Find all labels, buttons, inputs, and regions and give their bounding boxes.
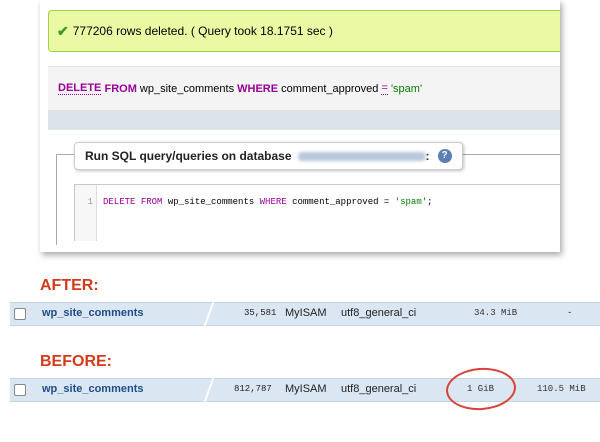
editor-semicolon: ; — [427, 197, 433, 207]
query-legend: Run SQL query/queries on database : ? — [74, 142, 463, 170]
after-table-row: wp_site_comments 35,581 MyISAM utf8_gene… — [10, 302, 600, 326]
sql-keyword-delete[interactable]: DELETE — [58, 82, 102, 95]
table-name-link[interactable]: wp_site_comments — [42, 307, 143, 319]
line-number-gutter: 1 — [75, 185, 97, 241]
success-text: 777206 rows deleted. ( Query took 18.175… — [72, 24, 333, 38]
row-count: 812,787 — [234, 384, 272, 394]
before-label: BEFORE: — [40, 353, 112, 370]
sql-operator[interactable]: = — [381, 82, 388, 95]
row-divider — [203, 302, 215, 326]
sql-editor[interactable]: 1 DELETE FROM wp_site_comments WHERE com… — [74, 184, 560, 241]
legend-colon: : — [425, 149, 430, 163]
editor-keyword-from: FROM — [140, 197, 163, 207]
highlight-circle — [444, 365, 518, 413]
row-checkbox[interactable] — [14, 308, 26, 320]
table-overhead: 110.5 MiB — [537, 384, 586, 394]
after-label: AFTER: — [40, 277, 99, 294]
table-overhead: - — [567, 308, 573, 318]
phpmyadmin-panel: ✔ 777206 rows deleted. ( Query took 18.1… — [40, 0, 560, 252]
sql-value: 'spam' — [390, 82, 423, 95]
sql-keyword-from: FROM — [104, 82, 137, 95]
editor-code-line[interactable]: DELETE FROM wp_site_comments WHERE comme… — [103, 197, 433, 207]
success-message: ✔ 777206 rows deleted. ( Query took 18.1… — [48, 10, 560, 52]
editor-operator: = — [383, 197, 390, 207]
row-divider — [203, 378, 215, 402]
line-number: 1 — [87, 197, 93, 207]
sql-table: wp_site_comments — [139, 82, 235, 95]
editor-table: wp_site_comments — [167, 197, 255, 207]
sql-footer-bar — [48, 110, 560, 130]
collation: utf8_general_ci — [341, 307, 417, 319]
row-checkbox[interactable] — [14, 384, 26, 396]
storage-engine: MyISAM — [285, 383, 327, 395]
editor-column: comment_approved — [292, 197, 379, 207]
sql-keyword-where: WHERE — [237, 82, 279, 95]
check-icon: ✔ — [57, 22, 69, 39]
redacted-database-name — [297, 151, 426, 161]
editor-keyword-where: WHERE — [259, 197, 287, 207]
collation: utf8_general_ci — [341, 383, 417, 395]
query-legend-text: Run SQL query/queries on database — [85, 149, 292, 163]
editor-value: 'spam' — [394, 197, 428, 207]
help-icon[interactable]: ? — [437, 149, 452, 163]
executed-sql: DELETE FROM wp_site_comments WHERE comme… — [48, 66, 560, 110]
sql-column: comment_approved — [281, 82, 379, 95]
editor-keyword-delete: DELETE — [103, 197, 136, 207]
table-size: 34.3 MiB — [474, 308, 518, 318]
row-count: 35,581 — [244, 308, 277, 318]
table-name-link[interactable]: wp_site_comments — [42, 383, 143, 395]
storage-engine: MyISAM — [285, 307, 327, 319]
